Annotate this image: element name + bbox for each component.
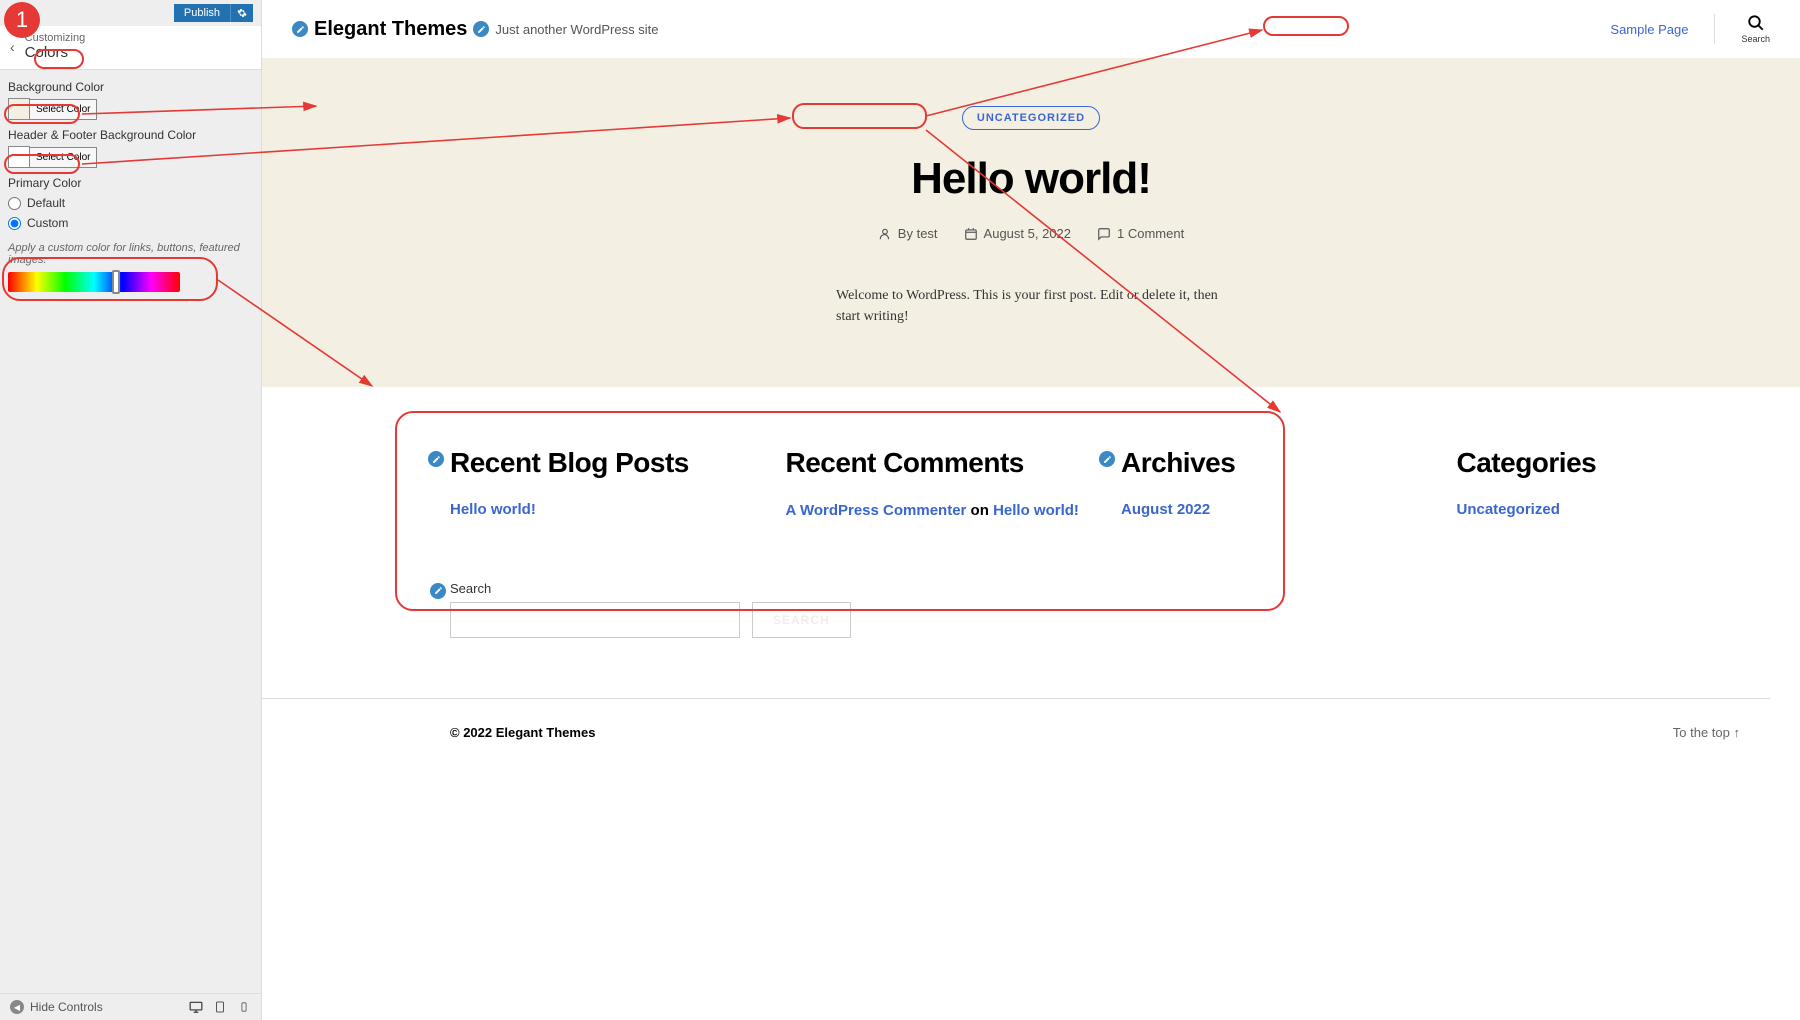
search-toggle[interactable]: Search — [1714, 14, 1770, 44]
to-top-link[interactable]: To the top ↑ — [1673, 725, 1740, 740]
search-icon — [1747, 14, 1765, 32]
hide-controls-label: Hide Controls — [30, 1000, 103, 1014]
annotation-arrows — [0, 0, 1450, 820]
mobile-preview-icon[interactable] — [237, 1000, 251, 1014]
annotation-number-1: 1 — [4, 2, 40, 38]
categories-title: Categories — [1457, 447, 1771, 479]
category-link[interactable]: Uncategorized — [1457, 501, 1771, 518]
nav-sample-page[interactable]: Sample Page — [1610, 22, 1688, 37]
desktop-preview-icon[interactable] — [189, 1000, 203, 1014]
search-label: Search — [1741, 34, 1770, 44]
collapse-icon: ◀ — [10, 1000, 24, 1014]
hide-controls-button[interactable]: ◀ Hide Controls — [10, 1000, 103, 1014]
tablet-preview-icon[interactable] — [213, 1000, 227, 1014]
